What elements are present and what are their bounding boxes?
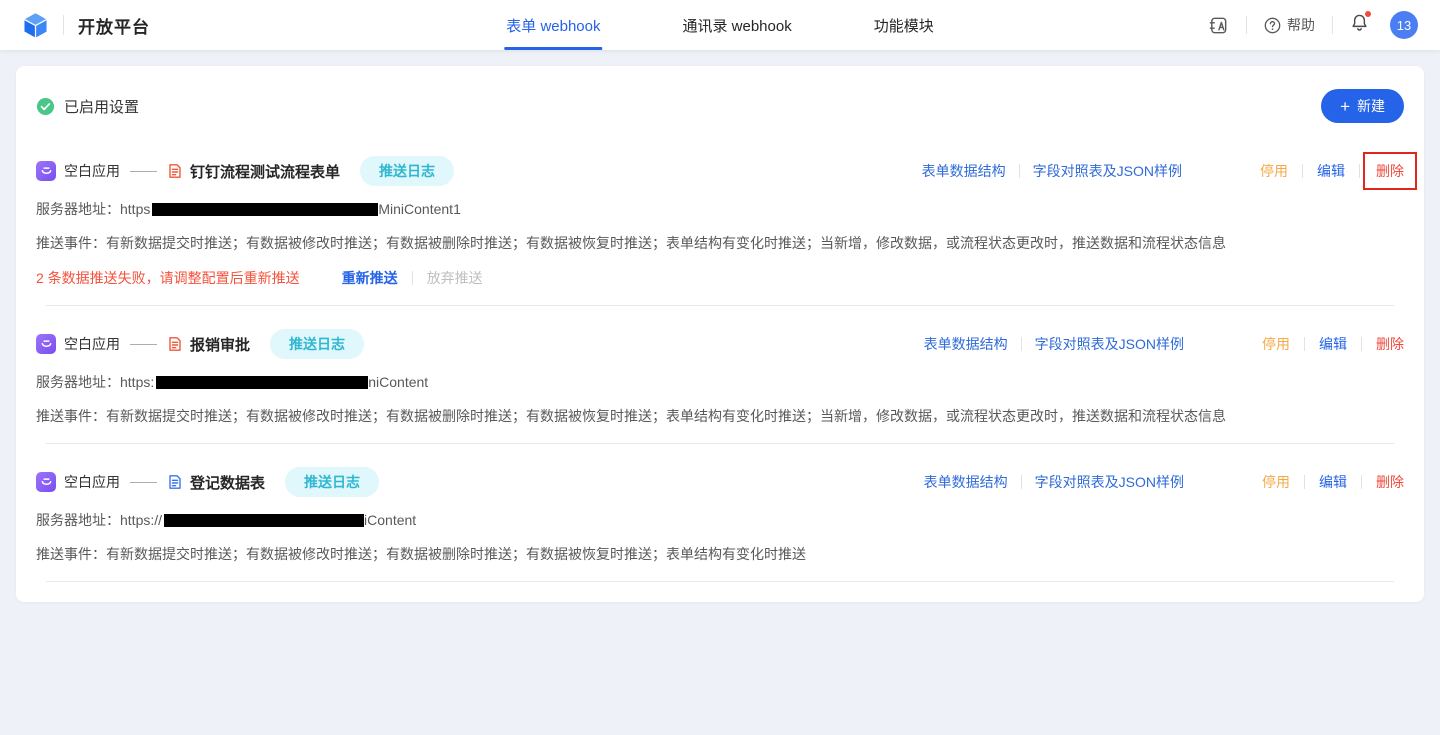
- form-doc-icon: [167, 474, 183, 490]
- form-doc-icon: [167, 336, 183, 352]
- webhook-settings-card: 已启用设置 + 新建 空白应用 钉钉流程测试流程表单 推送日志: [16, 66, 1424, 602]
- tab-contacts-webhook[interactable]: 通讯录 webhook: [680, 0, 793, 50]
- server-address-line: 服务器地址：https:// iContent: [36, 510, 1404, 530]
- server-url-tail: iContent: [364, 512, 416, 528]
- redacted-url: [156, 376, 368, 389]
- push-error-line: 2 条数据推送失败，请调整配置后重新推送 重新推送 放弃推送: [36, 268, 1404, 288]
- webhook-row: 空白应用 报销审批 推送日志 表单数据结构 字段对照表及JSON样例 停用 编辑: [16, 306, 1424, 444]
- notification-bell-icon[interactable]: [1350, 13, 1369, 37]
- app-name: 空白应用: [64, 161, 120, 181]
- row-links: 表单数据结构 字段对照表及JSON样例 停用 编辑 删除: [924, 472, 1404, 492]
- server-url-prefix: https:: [120, 374, 154, 390]
- push-events-line: 推送事件：有新数据提交时推送；有数据被修改时推送；有数据被删除时推送；有数据被恢…: [36, 406, 1404, 426]
- push-log-button[interactable]: 推送日志: [270, 329, 364, 359]
- row-head: 空白应用 登记数据表 推送日志 表单数据结构 字段对照表及JSON样例 停用 编…: [36, 461, 1404, 503]
- edit-button[interactable]: 编辑: [1319, 334, 1347, 354]
- field-mapping-link[interactable]: 字段对照表及JSON样例: [1033, 161, 1182, 181]
- help-label: 帮助: [1287, 15, 1315, 35]
- push-log-button[interactable]: 推送日志: [360, 156, 454, 186]
- row-actions: 停用 编辑 删除: [1260, 161, 1404, 181]
- disable-button[interactable]: 停用: [1262, 472, 1290, 492]
- connector-line: [130, 171, 157, 172]
- delete-button[interactable]: 删除: [1376, 163, 1404, 179]
- row-divider: [46, 581, 1394, 582]
- question-circle-icon: [1264, 17, 1281, 34]
- notification-dot: [1364, 10, 1372, 18]
- create-new-button[interactable]: + 新建: [1321, 89, 1404, 123]
- server-address-line: 服务器地址：https: niContent: [36, 372, 1404, 392]
- server-label: 服务器地址：: [36, 510, 120, 530]
- help-button[interactable]: 帮助: [1264, 15, 1315, 35]
- plus-icon: +: [1340, 98, 1350, 115]
- server-url-prefix: https://: [120, 512, 162, 528]
- annotation-highlight-box: 删除: [1363, 152, 1417, 190]
- create-new-label: 新建: [1357, 96, 1385, 116]
- webhook-row: 空白应用 登记数据表 推送日志 表单数据结构 字段对照表及JSON样例 停用 编…: [16, 444, 1424, 582]
- server-url-prefix: https: [120, 201, 150, 217]
- enabled-status: 已启用设置: [36, 96, 139, 117]
- webhook-row: 空白应用 钉钉流程测试流程表单 推送日志 表单数据结构 字段对照表及JSON样例…: [16, 133, 1424, 306]
- disable-button[interactable]: 停用: [1262, 334, 1290, 354]
- delete-button[interactable]: 删除: [1376, 334, 1404, 354]
- page-title: 开放平台: [78, 13, 150, 38]
- field-mapping-link[interactable]: 字段对照表及JSON样例: [1035, 472, 1184, 492]
- redacted-url: [164, 514, 364, 527]
- app-name: 空白应用: [64, 472, 120, 492]
- edit-button[interactable]: 编辑: [1319, 472, 1347, 492]
- enabled-status-label: 已启用设置: [64, 96, 139, 117]
- abandon-push-button[interactable]: 放弃推送: [427, 268, 483, 288]
- delete-button[interactable]: 删除: [1376, 472, 1404, 492]
- redacted-url: [152, 203, 378, 216]
- tab-function-modules[interactable]: 功能模块: [872, 0, 936, 50]
- logo-cube-icon[interactable]: [22, 12, 49, 39]
- field-mapping-link[interactable]: 字段对照表及JSON样例: [1035, 334, 1184, 354]
- app-name: 空白应用: [64, 334, 120, 354]
- header-divider: [63, 15, 64, 35]
- row-head: 空白应用 报销审批 推送日志 表单数据结构 字段对照表及JSON样例 停用 编辑: [36, 323, 1404, 365]
- tab-form-webhook[interactable]: 表单 webhook: [504, 0, 602, 50]
- form-title: 登记数据表: [190, 472, 265, 493]
- form-title: 报销审批: [190, 334, 250, 355]
- main-tabs: 表单 webhook 通讯录 webhook 功能模块: [504, 0, 935, 50]
- row-links: 表单数据结构 字段对照表及JSON样例 停用 编辑 删除: [922, 161, 1404, 181]
- server-address-line: 服务器地址：https MiniContent1: [36, 199, 1404, 219]
- card-header: 已启用设置 + 新建: [16, 66, 1424, 133]
- row-links: 表单数据结构 字段对照表及JSON样例 停用 编辑 删除: [924, 334, 1404, 354]
- data-structure-link[interactable]: 表单数据结构: [922, 161, 1006, 181]
- tools-divider: [1332, 16, 1333, 34]
- language-icon[interactable]: [1208, 15, 1229, 36]
- app-icon: [36, 472, 56, 492]
- connector-line: [130, 344, 157, 345]
- push-error-message: 2 条数据推送失败，请调整配置后重新推送: [36, 268, 300, 288]
- connector-line: [130, 482, 157, 483]
- server-url-tail: niContent: [368, 374, 428, 390]
- server-label: 服务器地址：: [36, 372, 120, 392]
- row-head: 空白应用 钉钉流程测试流程表单 推送日志 表单数据结构 字段对照表及JSON样例…: [36, 150, 1404, 192]
- edit-button[interactable]: 编辑: [1317, 161, 1345, 181]
- push-events-line: 推送事件：有新数据提交时推送；有数据被修改时推送；有数据被删除时推送；有数据被恢…: [36, 233, 1404, 253]
- form-doc-icon: [167, 163, 183, 179]
- brand: 开放平台: [22, 12, 150, 39]
- server-label: 服务器地址：: [36, 199, 120, 219]
- push-events-line: 推送事件：有新数据提交时推送；有数据被修改时推送；有数据被删除时推送；有数据被恢…: [36, 544, 1404, 564]
- app-icon: [36, 334, 56, 354]
- avatar[interactable]: 13: [1390, 11, 1418, 39]
- push-log-button[interactable]: 推送日志: [285, 467, 379, 497]
- top-bar: 开放平台 表单 webhook 通讯录 webhook 功能模块 帮助: [0, 0, 1440, 50]
- tools-divider: [1246, 16, 1247, 34]
- form-title: 钉钉流程测试流程表单: [190, 161, 340, 182]
- retry-push-button[interactable]: 重新推送: [342, 268, 398, 288]
- data-structure-link[interactable]: 表单数据结构: [924, 334, 1008, 354]
- check-circle-icon: [36, 97, 55, 116]
- row-actions: 停用 编辑 删除: [1262, 472, 1404, 492]
- disable-button[interactable]: 停用: [1260, 161, 1288, 181]
- app-icon: [36, 161, 56, 181]
- row-actions: 停用 编辑 删除: [1262, 334, 1404, 354]
- top-right-tools: 帮助 13: [1208, 11, 1418, 39]
- data-structure-link[interactable]: 表单数据结构: [924, 472, 1008, 492]
- server-url-tail: MiniContent1: [378, 201, 461, 217]
